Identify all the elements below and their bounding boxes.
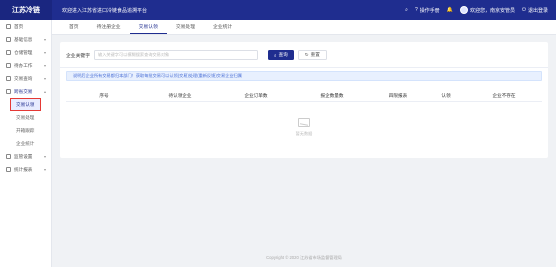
search-icon: ⌕ (274, 52, 277, 58)
help-icon: ? (414, 7, 418, 13)
user-menu[interactable]: 欢迎您，南京安管员 (460, 6, 515, 14)
power-icon: ⏻ (522, 7, 526, 13)
sidebar-item-label: 统计报表 (14, 166, 33, 172)
empty-box-icon (298, 117, 310, 127)
manual-link[interactable]: ? 操作手册 (415, 7, 440, 14)
sidebar-sub-claim[interactable]: 交易认领 (10, 98, 41, 111)
chevron-down-icon: ▾ (43, 63, 46, 68)
sidebar: 首页 基础信息 ▾ 仓储管理 ▾ 待办工作 ▾ 交易查询 ▾ 跨省交易 ▴ 交易… (0, 20, 52, 267)
settings-icon (6, 154, 11, 159)
chevron-down-icon: ▾ (43, 154, 46, 159)
query-icon (6, 76, 11, 81)
col-orders: 企业订单数 (244, 92, 268, 98)
col-reports: 报企数量数 (320, 92, 344, 98)
divider (60, 67, 548, 68)
avatar (460, 6, 468, 14)
col-index: 序号 (99, 92, 109, 98)
page-tabs: 首页 待注册企业 交易认领 交易处理 企业统计 (52, 20, 556, 35)
logout-button[interactable]: ⏻ 退出登录 (522, 7, 548, 14)
user-name: 欢迎您，南京安管员 (470, 7, 516, 14)
chart-icon (6, 167, 11, 172)
warehouse-icon (6, 50, 11, 55)
chevron-down-icon: ▾ (43, 76, 46, 81)
col-not-exist: 企业不存在 (492, 92, 516, 98)
sidebar-item-label: 首页 (14, 23, 24, 29)
sidebar-item-label: 跨省交易 (14, 88, 33, 94)
query-label: 查询 (278, 52, 288, 57)
top-bar: 江苏冷链 欢迎进入江苏省进口冷链食品追溯平台 ⌕ ? 操作手册 🔔 欢迎您，南京… (0, 0, 556, 20)
manual-label: 操作手册 (419, 7, 440, 14)
tab-home[interactable]: 首页 (60, 19, 88, 34)
app-logo[interactable]: 江苏冷链 (0, 0, 52, 20)
tab-company-stats[interactable]: 企业统计 (204, 19, 241, 34)
chevron-down-icon: ▾ (43, 50, 46, 55)
search-icon[interactable]: ⌕ (405, 7, 408, 13)
sidebar-item-warehouse[interactable]: 仓储管理 ▾ (0, 46, 51, 59)
bell-icon[interactable]: 🔔 (447, 7, 453, 13)
main-panel: 企业关键字 输入关键字可以模糊搜索查询交易对象 ⌕ 查询 ↻ 重置 说明后企业所… (60, 42, 548, 158)
sidebar-item-supervision[interactable]: 监管设置 ▾ (0, 150, 51, 163)
sidebar-sub-stats[interactable]: 企业统计 (0, 137, 51, 150)
col-claim: 认领 (441, 92, 451, 98)
reset-label: 重置 (310, 52, 320, 57)
tab-pending-register[interactable]: 待注册企业 (88, 19, 130, 34)
todo-icon (6, 63, 11, 68)
sidebar-item-label: 待办工作 (14, 62, 33, 68)
chevron-down-icon: ▾ (43, 37, 46, 42)
logout-label: 退出登录 (527, 7, 548, 14)
col-company: 待认领企业 (168, 92, 192, 98)
sidebar-item-todo[interactable]: 待办工作 ▾ (0, 59, 51, 72)
top-right-actions: ⌕ ? 操作手册 🔔 欢迎您，南京安管员 ⏻ 退出登录 (405, 6, 556, 14)
exchange-icon (6, 89, 11, 94)
sidebar-item-cross-province[interactable]: 跨省交易 ▴ (0, 85, 51, 98)
sidebar-sub-process[interactable]: 交易处理 (0, 111, 51, 124)
sidebar-item-label: 基础信息 (14, 36, 33, 42)
sidebar-item-trade-query[interactable]: 交易查询 ▾ (0, 72, 51, 85)
refresh-icon: ↻ (304, 52, 309, 57)
reset-button[interactable]: ↻ 重置 (297, 50, 327, 60)
tab-trade-process[interactable]: 交易处理 (167, 19, 204, 34)
info-icon (6, 37, 11, 42)
welcome-title: 欢迎进入江苏省进口冷链食品追溯平台 (62, 7, 148, 14)
search-row: 企业关键字 输入关键字可以模糊搜索查询交易对象 ⌕ 查询 ↻ 重置 (66, 50, 327, 60)
query-button[interactable]: ⌕ 查询 (268, 50, 294, 60)
sidebar-item-home[interactable]: 首页 (0, 20, 51, 33)
table-header: 序号 待认领企业 企业订单数 报企数量数 四限报表 认领 企业不存在 (66, 90, 542, 102)
empty-state: 暂无数据 (66, 102, 542, 152)
chevron-down-icon: ▾ (43, 167, 46, 172)
col-four-limit: 四限报表 (388, 92, 408, 98)
search-label: 企业关键字 (66, 53, 90, 59)
home-icon (6, 24, 11, 29)
tab-trade-claim[interactable]: 交易认领 (129, 19, 167, 34)
info-notice: 说明后企业所有交易都归本部门！获取每批交易可以认领(交易)处理(重新反馈)交易企… (66, 71, 542, 81)
sidebar-item-label: 交易查询 (14, 75, 33, 81)
sidebar-item-label: 监管设置 (14, 153, 33, 159)
sidebar-sub-tracking[interactable]: 开箱跟踪 (0, 124, 51, 137)
sidebar-item-basic-info[interactable]: 基础信息 ▾ (0, 33, 51, 46)
search-input[interactable]: 输入关键字可以模糊搜索查询交易对象 (94, 50, 258, 60)
sidebar-item-label: 仓储管理 (14, 49, 33, 55)
empty-text: 暂无数据 (295, 130, 313, 136)
footer: Copyright © 2020 江苏省市场监督管理局 (266, 255, 342, 260)
sidebar-item-reports[interactable]: 统计报表 ▾ (0, 163, 51, 176)
chevron-up-icon: ▴ (43, 89, 46, 94)
